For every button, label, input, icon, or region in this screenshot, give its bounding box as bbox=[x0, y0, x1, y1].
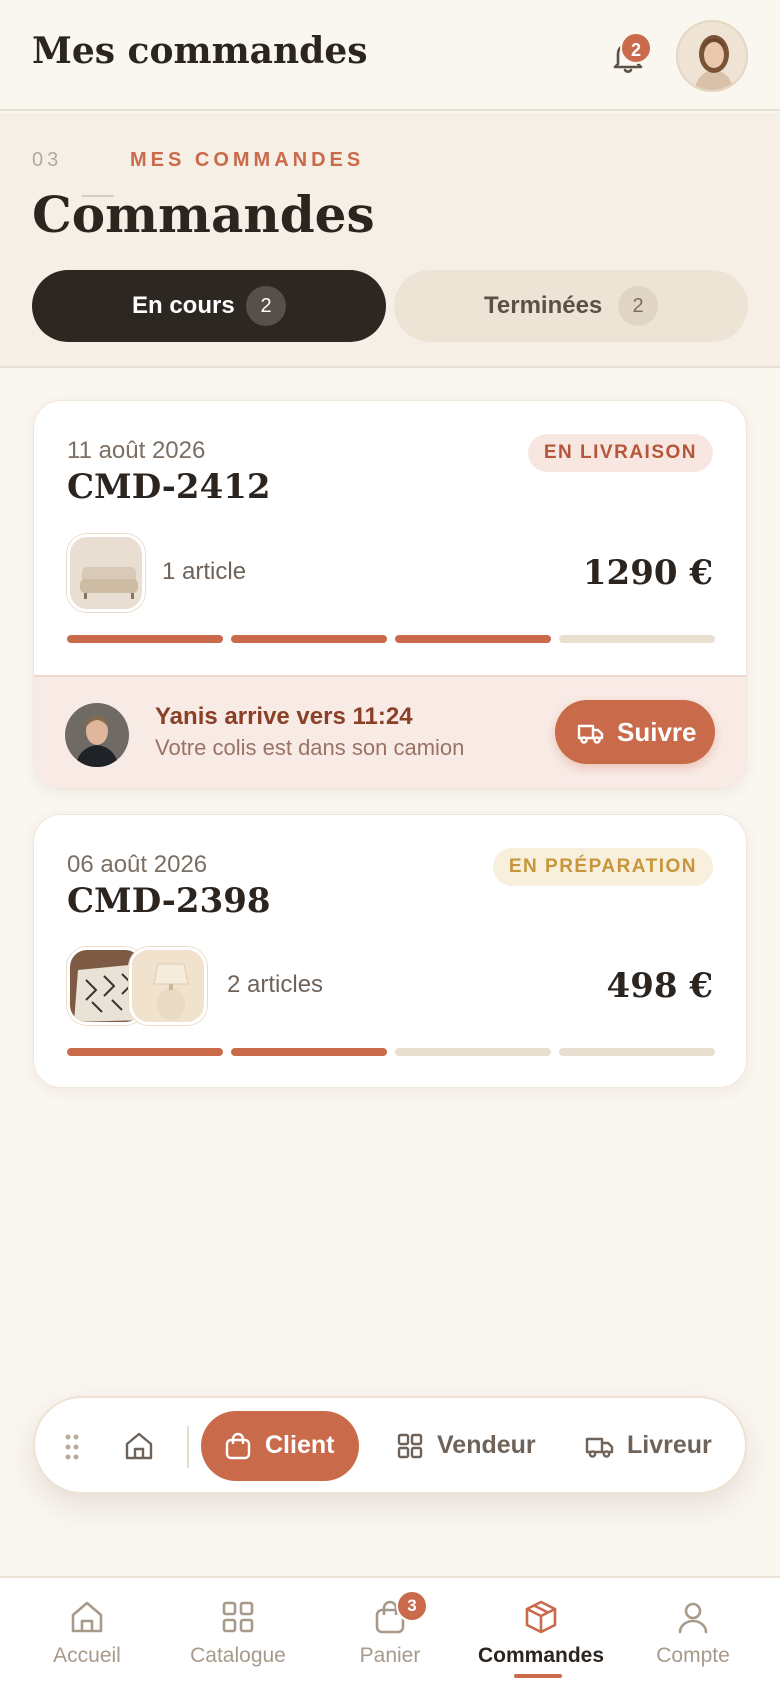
role-client-button[interactable]: Client bbox=[201, 1411, 359, 1481]
eyebrow-label: MES COMMANDES bbox=[130, 149, 365, 171]
grid-icon bbox=[397, 1433, 423, 1459]
role-switcher: Client Vendeur Livreur bbox=[33, 1396, 747, 1494]
home-icon bbox=[71, 1601, 103, 1633]
order-date: 11 août 2026 bbox=[67, 437, 206, 464]
progress-step bbox=[395, 1048, 551, 1056]
role-label: Livreur bbox=[627, 1431, 712, 1459]
bag-icon bbox=[225, 1432, 251, 1460]
tab-count-badge: 2 bbox=[618, 286, 658, 326]
app-header: Mes commandes 2 bbox=[0, 0, 780, 111]
grid-icon bbox=[222, 1601, 254, 1633]
progress-step bbox=[231, 1048, 387, 1056]
progress-step bbox=[395, 635, 551, 643]
follow-button-label: Suivre bbox=[617, 717, 697, 747]
drag-handle-icon[interactable] bbox=[65, 1434, 79, 1460]
courier-avatar bbox=[65, 703, 129, 767]
nav-item-panier[interactable]: 3 Panier bbox=[312, 1578, 468, 1688]
progress-step bbox=[559, 635, 715, 643]
tab-terminees[interactable]: Terminées 2 bbox=[394, 270, 748, 342]
nav-label: Catalogue bbox=[190, 1644, 286, 1667]
article-count: 1 article bbox=[162, 558, 247, 585]
progress-step bbox=[559, 1048, 715, 1056]
status-badge: EN PRÉPARATION bbox=[492, 848, 713, 886]
progress-step bbox=[67, 635, 223, 643]
tab-en-cours[interactable]: En cours 2 bbox=[32, 270, 386, 342]
order-progress bbox=[67, 1048, 715, 1056]
status-badge: EN LIVRAISON bbox=[527, 434, 713, 472]
box-icon bbox=[525, 1600, 557, 1634]
order-progress bbox=[67, 635, 715, 643]
order-id: CMD-2412 bbox=[67, 467, 271, 507]
tab-count-badge: 2 bbox=[246, 286, 286, 326]
nav-item-catalogue[interactable]: Catalogue bbox=[160, 1578, 316, 1688]
role-vendeur-button[interactable]: Vendeur bbox=[381, 1411, 541, 1481]
eyebrow: 03 MES COMMANDES bbox=[32, 149, 360, 197]
progress-step bbox=[67, 1048, 223, 1056]
order-id: CMD-2398 bbox=[67, 881, 271, 921]
product-thumbnail-sofa bbox=[67, 534, 145, 612]
nav-item-accueil[interactable]: Accueil bbox=[9, 1578, 165, 1688]
truck-icon bbox=[577, 724, 604, 744]
order-price: 1290 € bbox=[582, 553, 713, 593]
role-livreur-button[interactable]: Livreur bbox=[571, 1411, 741, 1481]
bottom-nav: Accueil Catalogue 3 Panier Commandes Com… bbox=[0, 1576, 780, 1688]
eyebrow-number: 03 bbox=[32, 149, 63, 171]
user-icon bbox=[678, 1602, 708, 1634]
follow-button[interactable]: Suivre bbox=[555, 700, 715, 764]
active-indicator bbox=[514, 1674, 562, 1678]
page-title: Commandes bbox=[32, 185, 375, 244]
switcher-divider bbox=[187, 1426, 189, 1468]
order-card[interactable]: 06 août 2026 CMD-2398 EN PRÉPARATION 2 a… bbox=[33, 814, 747, 1088]
courier-info: Yanis arrive vers 11:24 Votre colis est … bbox=[34, 675, 746, 788]
home-icon[interactable] bbox=[123, 1430, 155, 1462]
avatar[interactable] bbox=[676, 20, 748, 92]
role-label: Vendeur bbox=[437, 1431, 536, 1459]
product-thumbnail-lamp bbox=[129, 947, 207, 1025]
order-card[interactable]: 11 août 2026 CMD-2412 EN LIVRAISON 1 art… bbox=[33, 400, 747, 789]
article-count: 2 articles bbox=[227, 971, 324, 998]
tab-label: En cours bbox=[132, 292, 235, 319]
nav-label: Accueil bbox=[53, 1644, 121, 1667]
nav-item-compte[interactable]: Compte bbox=[615, 1578, 771, 1688]
nav-label: Commandes bbox=[477, 1644, 605, 1667]
truck-icon bbox=[585, 1437, 614, 1458]
app-title: Mes commandes bbox=[32, 30, 368, 72]
courier-eta: Yanis arrive vers 11:24 bbox=[155, 703, 413, 730]
cart-badge: 3 bbox=[396, 1590, 428, 1622]
notification-badge: 2 bbox=[620, 32, 652, 64]
tab-label: Terminées bbox=[484, 292, 603, 319]
order-date: 06 août 2026 bbox=[67, 851, 208, 878]
nav-label: Compte bbox=[656, 1644, 730, 1667]
orders-section-header: 03 MES COMMANDES Commandes En cours 2 Te… bbox=[0, 113, 780, 368]
order-price: 498 € bbox=[606, 966, 713, 1006]
role-label: Client bbox=[265, 1431, 335, 1459]
progress-step bbox=[231, 635, 387, 643]
nav-label: Panier bbox=[359, 1644, 421, 1667]
nav-item-commandes[interactable]: Commandes bbox=[463, 1578, 619, 1688]
courier-status: Votre colis est dans son camion bbox=[155, 735, 465, 760]
